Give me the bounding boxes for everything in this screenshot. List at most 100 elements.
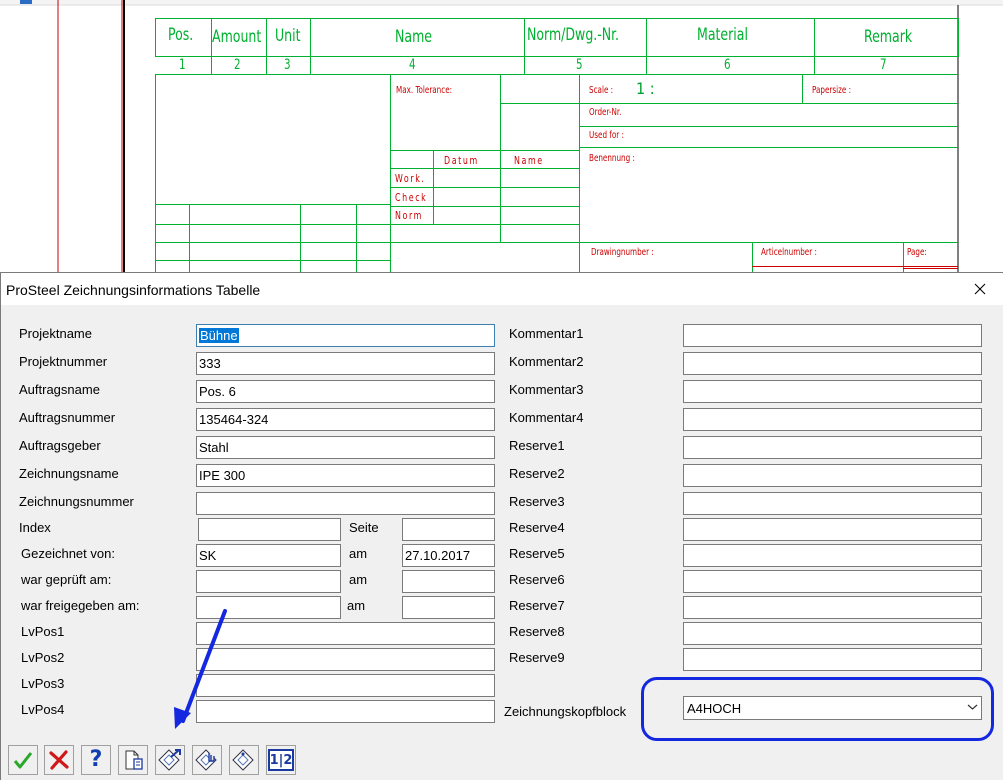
chevron-down-icon [967,704,978,710]
tag-hand-button[interactable] [192,745,222,775]
numbering-label: 1|2 [269,752,293,768]
gezeichnet-am-input[interactable] [402,544,495,567]
projektnummer-input[interactable] [196,352,495,375]
kommentar1-input[interactable] [683,324,982,347]
cad-datum: Datum [444,154,479,167]
cad-scale: Scale : [589,85,614,96]
cad-drawing-lines [0,0,1003,272]
label-kommentar4: Kommentar4 [509,410,584,425]
document-button[interactable] [118,745,148,775]
reserve4-input[interactable] [683,518,982,541]
auftragsname-input[interactable] [196,380,495,403]
reserve2-input[interactable] [683,464,982,487]
auftragsnummer-input[interactable] [196,408,495,431]
dialog-titlebar[interactable]: ProSteel Zeichnungsinformations Tabelle [1,273,1003,305]
label-lvpos3: LvPos3 [21,676,65,691]
cad-page: Page: [907,247,927,258]
seite-input[interactable] [402,518,495,541]
label-zeichnungskopfblock: Zeichnungskopfblock [504,704,627,719]
close-button[interactable] [957,273,1003,305]
label-reserve4: Reserve4 [509,520,565,535]
index-input[interactable] [198,518,341,541]
label-kommentar3: Kommentar3 [509,382,584,397]
label-kommentar2: Kommentar2 [509,354,584,369]
label-lvpos1: LvPos1 [21,624,65,639]
label-reserve2: Reserve2 [509,466,565,481]
kommentar4-input[interactable] [683,408,982,431]
label-zeichnungsname: Zeichnungsname [19,466,119,481]
projektname-input[interactable]: Bühne [196,324,495,347]
reserve8-input[interactable] [683,622,982,645]
help-question-icon: ? [89,747,103,772]
cad-col-number: 3 [284,57,291,73]
label-reserve6: Reserve6 [509,572,565,587]
cad-header-norm: Norm/Dwg.-Nr. [527,25,620,45]
cad-col-number: 1 [179,57,186,73]
reserve1-input[interactable] [683,436,982,459]
zeichnungskopfblock-select[interactable]: A4HOCH [683,696,982,720]
tag-icon [232,749,254,771]
tag-hand-icon [195,749,217,771]
help-button[interactable]: ? [81,745,111,775]
cancel-button[interactable] [44,745,74,775]
cad-articelnumber: Articelnumber : [761,247,817,258]
ok-check-icon [13,752,33,769]
cad-benennung: Benennung : [589,153,635,164]
label-projektname: Projektname [19,326,92,341]
label-freigegeben: war freigegeben am: [21,598,140,613]
label-reserve5: Reserve5 [509,546,565,561]
zeichnungsnummer-input[interactable] [196,492,495,515]
label-reserve3: Reserve3 [509,494,565,509]
cad-col-number: 2 [234,57,241,73]
cad-name: Name [514,154,544,167]
cad-col-number: 7 [880,57,887,73]
label-index: Index [19,520,51,535]
cad-drawingnumber: Drawingnumber : [591,247,654,258]
reserve9-input[interactable] [683,648,982,671]
label-lvpos2: LvPos2 [21,650,65,665]
cad-order-nr: Order-Nr. [589,107,622,118]
drawing-info-dialog: ProSteel Zeichnungsinformations Tabelle … [0,272,1003,780]
cad-used-for: Used for : [589,130,624,141]
label-lvpos4: LvPos4 [21,702,65,717]
label-reserve7: Reserve7 [509,598,565,613]
freigegeben-am-input[interactable] [402,596,495,619]
label-reserve8: Reserve8 [509,624,565,639]
kommentar2-input[interactable] [683,352,982,375]
auftragsgeber-input[interactable] [196,436,495,459]
label-auftragsnummer: Auftragsnummer [19,410,116,425]
reserve7-input[interactable] [683,596,982,619]
tag-button[interactable] [229,745,259,775]
cad-header-unit: Unit [275,26,301,46]
annotation-arrow-icon [174,609,227,729]
cad-scale-value: 1 : [636,79,655,98]
cad-drawing-area: Pos. Amount Unit Name Norm/Dwg.-Nr. Mate… [0,0,1003,272]
label-am-geprueft: am [349,572,368,587]
zeichnungskopfblock-value: A4HOCH [687,701,742,716]
label-am-freigegeben: am [347,598,366,613]
label-reserve1: Reserve1 [509,438,565,453]
cad-work: Work. [395,172,426,185]
kommentar3-input[interactable] [683,380,982,403]
label-auftragsname: Auftragsname [19,382,100,397]
geprueft-input[interactable] [196,570,341,593]
cad-header-name: Name [395,27,433,47]
label-auftragsgeber: Auftragsgeber [19,438,101,453]
gezeichnet-von-input[interactable] [196,544,341,567]
ok-button[interactable] [8,745,38,775]
cad-header-amount: Amount [212,27,262,47]
reserve6-input[interactable] [683,570,982,593]
projektname-value: Bühne [199,328,239,343]
geprueft-am-input[interactable] [402,570,495,593]
numbering-button[interactable]: 1|2 [266,745,296,775]
zeichnungsname-input[interactable] [196,464,495,487]
cancel-x-icon [49,750,69,770]
label-seite: Seite [349,520,379,535]
cad-norm: Norm [395,209,423,222]
reserve3-input[interactable] [683,492,982,515]
label-kommentar1: Kommentar1 [509,326,584,341]
label-geprueft: war geprüft am: [21,572,112,587]
tag-arrow-button[interactable] [155,745,185,775]
reserve5-input[interactable] [683,544,982,567]
label-reserve9: Reserve9 [509,650,565,665]
